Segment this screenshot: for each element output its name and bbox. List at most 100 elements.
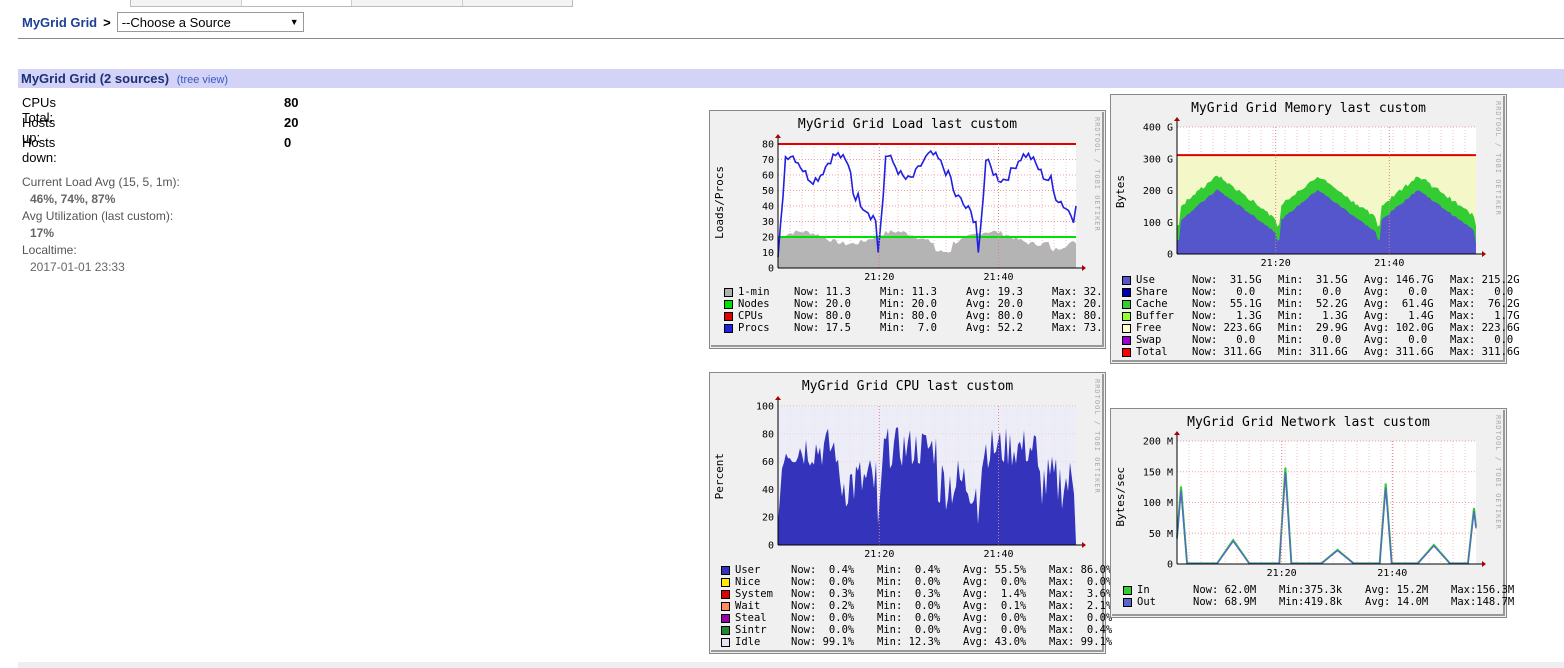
legend-swatch — [724, 311, 733, 321]
x-tick-label: 21:20 — [864, 272, 894, 283]
legend-row: Procs Now: 17.5 Min: 7.0 Avg: 52.2 Max: 73. — [724, 322, 1122, 334]
x-tick-label: 21:40 — [1374, 258, 1404, 269]
legend-min: Min: 80.0 — [880, 310, 937, 322]
x-tick-label: 21:20 — [1267, 568, 1297, 579]
grid-metrics: Current Load Avg (15, 5, 1m): 46%, 74%, … — [22, 174, 180, 276]
legend-name: Share — [1136, 286, 1168, 298]
hosts-up-value: 20 — [284, 115, 299, 130]
legend-avg: Avg: 55.5% — [963, 564, 1027, 576]
legend-min: Min: 29.9G — [1278, 322, 1348, 334]
top-tabs[interactable] — [130, 0, 573, 7]
legend-now: Now: 0.0% — [791, 612, 855, 624]
y-tick-label: 150 M — [1143, 467, 1173, 478]
legend-row: 1-min Now: 11.3 Min: 11.3 Avg: 19.3 Max: 32. — [724, 286, 1122, 298]
legend-now: Now: 1.3G — [1192, 310, 1262, 322]
legend-max: Max: 2.1% — [1049, 600, 1113, 612]
load-avg-label: Current Load Avg (15, 5, 1m): — [22, 175, 180, 189]
legend-swatch — [1122, 323, 1131, 333]
legend-name: 1-min — [738, 286, 770, 298]
legend-swatch — [1123, 597, 1132, 607]
grid-link[interactable]: MyGrid Grid — [22, 15, 97, 30]
legend-min: Min: 311.6G — [1278, 346, 1348, 358]
y-tick-label: 40 — [762, 485, 774, 496]
legend-row: Swap Now: 0.0 Min: 0.0 Avg: 0.0 Max: 0.0 — [1122, 334, 1520, 346]
localtime-value: 2017-01-01 23:33 — [30, 260, 125, 274]
cpu-graph[interactable]: MyGrid Grid CPU last custom Percent RRDT… — [709, 372, 1112, 654]
y-tick-label: 0 — [768, 264, 774, 275]
legend-swatch — [1122, 347, 1131, 357]
y-tick-label: 400 G — [1143, 123, 1173, 134]
legend-avg: Avg: 43.0% — [963, 636, 1027, 648]
legend-max: Max: 0.0% — [1049, 612, 1113, 624]
load-avg-value: 46%, 74%, 87% — [30, 192, 116, 206]
y-tick-label: 40 — [762, 202, 774, 213]
legend-name: Nice — [735, 576, 761, 588]
legend-row: Wait Now: 0.2% Min: 0.0% Avg: 0.1% Max: 2.1% — [721, 600, 1119, 612]
legend-avg: Avg: 1.4% — [963, 588, 1027, 600]
legend-min: Min: 0.0% — [877, 624, 941, 636]
legend-avg: Avg: 52.2 — [966, 322, 1023, 334]
legend-row: Steal Now: 0.0% Min: 0.0% Avg: 0.0% Max: 0.0… — [721, 612, 1119, 624]
legend-now: Now: 0.0% — [791, 624, 855, 636]
legend-now: Now: 0.3% — [791, 588, 855, 600]
load-graph[interactable]: MyGrid Grid Load last custom Loads/Procs… — [709, 110, 1106, 349]
x-axis-arrow — [1482, 561, 1486, 567]
legend-max: Max: 1.7G — [1450, 310, 1520, 322]
x-tick-label: 21:20 — [864, 549, 894, 560]
legend-swatch — [1123, 585, 1132, 595]
y-tick-label: 20 — [762, 233, 774, 244]
legend-avg: Avg: 102.0G — [1364, 322, 1434, 334]
legend-row: Nice Now: 0.0% Min: 0.0% Avg: 0.0% Max: 0.0% — [721, 576, 1119, 588]
y-tick-label: 50 M — [1149, 529, 1173, 540]
y-tick-label: 0 — [1167, 250, 1173, 261]
legend-now: Now: 99.1% — [791, 636, 855, 648]
source-select[interactable]: --Choose a Source ▼ — [116, 12, 304, 32]
network-graph[interactable]: MyGrid Grid Network last custom Bytes/se… — [1110, 408, 1514, 618]
legend-swatch — [721, 625, 730, 635]
legend-now: Now: 17.5 — [794, 322, 851, 334]
legend-row: Free Now: 223.6G Min: 29.9G Avg: 102.0G Max:… — [1122, 322, 1520, 334]
y-tick-label: 60 — [762, 457, 774, 468]
legend-row: Out Now: 68.9M Min:419.8k Avg: 14.0M Max:148… — [1123, 596, 1521, 608]
y-tick-label: 30 — [762, 217, 774, 228]
legend-min: Min: 7.0 — [880, 322, 937, 334]
chevron-down-icon: ▼ — [289, 17, 299, 27]
legend-avg: Avg: 61.4G — [1364, 298, 1434, 310]
legend-name: Cache — [1136, 298, 1168, 310]
cpu-chart: 100 80 60 40 20 0 21:20 21:40 — [756, 396, 1086, 560]
x-tick-label: 21:40 — [983, 549, 1013, 560]
memory-graph[interactable]: MyGrid Grid Memory last custom Bytes RRD… — [1110, 94, 1520, 364]
legend-min: Min: 0.0 — [1278, 286, 1342, 298]
legend-now: Now: 80.0 — [794, 310, 851, 322]
legend-min: Min: 11.3 — [880, 286, 937, 298]
tree-view-link[interactable]: (tree view) — [177, 74, 228, 86]
hosts-down-value: 0 — [284, 135, 292, 150]
legend-swatch — [721, 589, 730, 599]
legend-row: Nodes Now: 20.0 Min: 20.0 Avg: 20.0 Max: 20. — [724, 298, 1122, 310]
legend-avg: Avg: 20.0 — [966, 298, 1023, 310]
legend-name: Idle — [735, 636, 761, 648]
legend-avg: Avg: 0.0% — [963, 624, 1027, 636]
legend-min: Min: 0.3% — [877, 588, 941, 600]
legend-max: Max: 311.6G — [1450, 346, 1520, 358]
legend-min: Min: 20.0 — [880, 298, 937, 310]
legend-name: Sintr — [735, 624, 767, 636]
y-tick-label: 100 — [756, 402, 774, 413]
y-tick-label: 0 — [768, 541, 774, 552]
legend-swatch — [1122, 299, 1131, 309]
legend-avg: Avg: 0.1% — [963, 600, 1027, 612]
legend-max: Max: 0.0 — [1450, 334, 1514, 346]
x-axis-arrow — [1082, 542, 1086, 548]
legend-max: Max: 3.6% — [1049, 588, 1113, 600]
memory-chart: 400 G 300 G 200 G 100 G 0 21:20 21:40 — [1143, 117, 1486, 269]
legend-max: Max: 0.0 — [1450, 286, 1514, 298]
legend-swatch — [1122, 311, 1131, 321]
legend-name: Steal — [735, 612, 767, 624]
legend-min: Min: 0.0% — [877, 600, 941, 612]
legend-name: User — [735, 564, 761, 576]
legend-min: Min: 31.5G — [1278, 274, 1348, 286]
legend-max: Max:148.7M — [1451, 596, 1515, 608]
legend-swatch — [721, 613, 730, 623]
legend-min: Min:375.3k — [1279, 584, 1343, 596]
legend-max: Max:156.3M — [1451, 584, 1515, 596]
